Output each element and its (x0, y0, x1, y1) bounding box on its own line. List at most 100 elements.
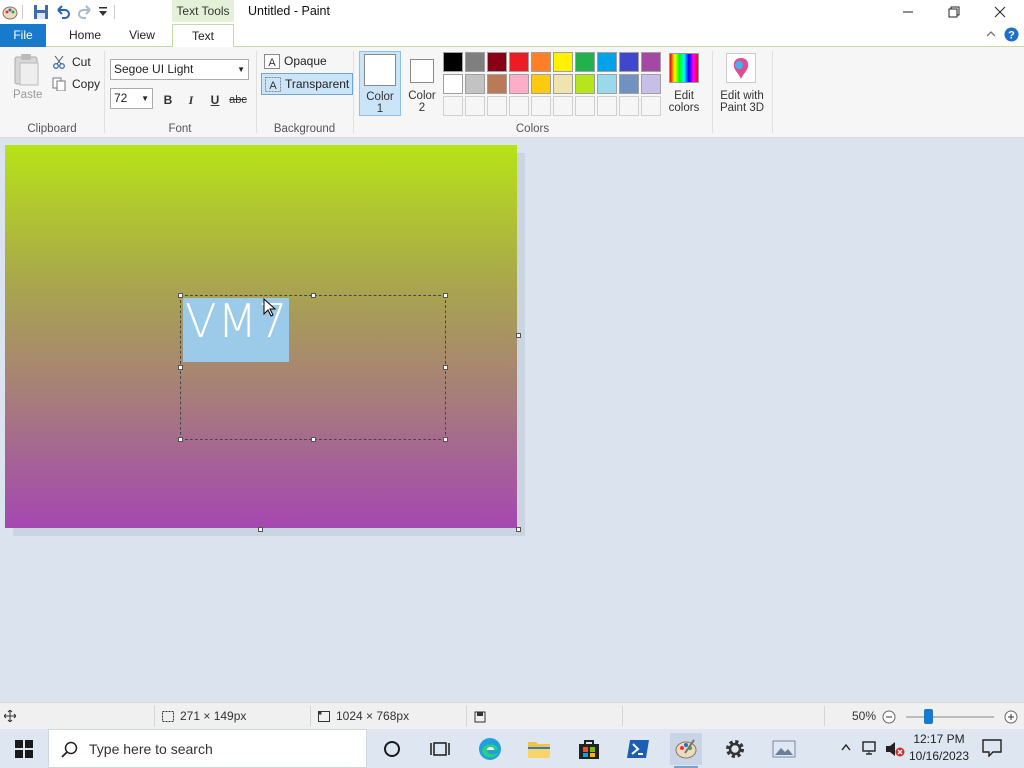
bold-button[interactable]: B (158, 90, 178, 110)
palette-custom-slot[interactable] (619, 96, 639, 116)
edit-with-paint3d-button[interactable]: Edit with Paint 3D (716, 51, 768, 117)
cut-button[interactable]: Cut (52, 52, 91, 72)
color-palette (443, 52, 665, 118)
color1-button[interactable]: Color 1 (359, 51, 401, 116)
palette-swatch[interactable] (575, 74, 595, 94)
taskbar-photos[interactable] (768, 733, 800, 765)
customize-quick-access-icon[interactable] (97, 6, 113, 22)
clock[interactable]: 12:17 PM 10/16/2023 (906, 731, 972, 765)
palette-swatch[interactable] (553, 52, 573, 72)
taskbar-file-explorer[interactable] (523, 733, 555, 765)
palette-swatch[interactable] (597, 52, 617, 72)
color2-button[interactable]: Color 2 (404, 51, 440, 116)
cortana-button[interactable] (376, 733, 408, 765)
italic-button[interactable]: I (181, 90, 201, 110)
resize-handle-sw[interactable] (178, 437, 183, 442)
font-family-select[interactable]: Segoe UI Light ▼ (110, 59, 249, 80)
tab-file[interactable]: File (0, 24, 46, 47)
redo-icon[interactable] (77, 4, 93, 20)
collapse-ribbon-icon[interactable] (985, 28, 997, 43)
taskbar-paint[interactable] (670, 733, 702, 768)
resize-handle-nw[interactable] (178, 293, 183, 298)
palette-custom-slot[interactable] (465, 96, 485, 116)
divider (353, 51, 354, 133)
palette-custom-slot[interactable] (509, 96, 529, 116)
edit-colors-button[interactable]: Edit colors (665, 51, 705, 117)
drawing-canvas[interactable]: VM7 (5, 145, 517, 528)
palette-swatch[interactable] (597, 74, 617, 94)
underline-button[interactable]: U (205, 90, 225, 110)
cursor-position-icon (4, 710, 16, 722)
paste-button[interactable]: Paste (10, 53, 44, 105)
text-box-selection[interactable]: VM7 (178, 293, 448, 442)
strikethrough-button[interactable]: abc (228, 90, 248, 110)
palette-custom-slot[interactable] (531, 96, 551, 116)
palette-swatch[interactable] (487, 74, 507, 94)
canvas-resize-handle-se[interactable] (516, 527, 521, 532)
close-button[interactable] (977, 0, 1023, 24)
paint-app-icon[interactable] (2, 4, 18, 20)
palette-swatch[interactable] (509, 52, 529, 72)
palette-custom-slot[interactable] (575, 96, 595, 116)
palette-custom-slot[interactable] (597, 96, 617, 116)
tab-text[interactable]: Text (172, 24, 234, 48)
resize-handle-s[interactable] (311, 437, 316, 442)
task-view-button[interactable] (424, 733, 456, 765)
save-icon[interactable] (33, 4, 49, 20)
taskbar-search-box[interactable]: Type here to search (48, 729, 367, 768)
palette-swatch[interactable] (619, 52, 639, 72)
copy-button[interactable]: Copy (52, 74, 100, 94)
zoom-slider-track[interactable] (906, 716, 994, 718)
close-icon (994, 6, 1006, 18)
palette-swatch[interactable] (443, 74, 463, 94)
palette-swatch[interactable] (487, 52, 507, 72)
opaque-button[interactable]: A Opaque (261, 51, 330, 71)
tab-view[interactable]: View (116, 24, 168, 47)
palette-custom-slot[interactable] (553, 96, 573, 116)
palette-swatch[interactable] (619, 74, 639, 94)
canvas-resize-handle-e[interactable] (516, 333, 521, 338)
palette-swatch[interactable] (465, 74, 485, 94)
restore-button[interactable] (931, 0, 977, 24)
taskbar-settings[interactable] (719, 733, 751, 765)
notifications-icon[interactable] (982, 739, 1002, 760)
search-placeholder: Type here to search (89, 741, 213, 757)
taskbar-store[interactable] (573, 733, 605, 765)
undo-icon[interactable] (55, 4, 71, 20)
palette-swatch[interactable] (531, 74, 551, 94)
palette-swatch[interactable] (531, 52, 551, 72)
palette-swatch[interactable] (443, 52, 463, 72)
palette-swatch[interactable] (509, 74, 529, 94)
canvas-workspace[interactable]: VM7 (0, 138, 1024, 702)
resize-handle-e[interactable] (443, 365, 448, 370)
font-family-value: Segoe UI Light (114, 62, 194, 76)
network-icon[interactable] (862, 740, 880, 759)
taskbar-edge[interactable] (474, 733, 506, 765)
resize-handle-se[interactable] (443, 437, 448, 442)
font-size-select[interactable]: 72 ▼ (110, 88, 153, 109)
palette-swatch[interactable] (641, 52, 661, 72)
palette-swatch[interactable] (553, 74, 573, 94)
resize-handle-w[interactable] (178, 365, 183, 370)
resize-handle-n[interactable] (311, 293, 316, 298)
show-hidden-icons-icon[interactable] (840, 741, 852, 756)
resize-handle-ne[interactable] (443, 293, 448, 298)
start-button[interactable] (8, 733, 40, 765)
palette-swatch[interactable] (641, 74, 661, 94)
zoom-slider-thumb[interactable] (924, 709, 933, 724)
palette-swatch[interactable] (465, 52, 485, 72)
zoom-in-icon[interactable] (1004, 710, 1018, 724)
help-icon[interactable]: ? (1004, 27, 1019, 45)
transparent-button[interactable]: A Transparent (261, 73, 354, 95)
palette-custom-slot[interactable] (443, 96, 463, 116)
palette-custom-slot[interactable] (487, 96, 507, 116)
taskbar: Type here to search 12:17 PM 10/16/2023 (0, 729, 1024, 768)
palette-swatch[interactable] (575, 52, 595, 72)
minimize-button[interactable] (885, 0, 931, 24)
zoom-out-icon[interactable] (882, 710, 896, 724)
tab-home[interactable]: Home (57, 24, 113, 47)
canvas-resize-handle-s[interactable] (258, 527, 263, 532)
palette-custom-slot[interactable] (641, 96, 661, 116)
taskbar-powershell[interactable] (622, 733, 654, 765)
volume-muted-icon[interactable] (885, 740, 905, 761)
